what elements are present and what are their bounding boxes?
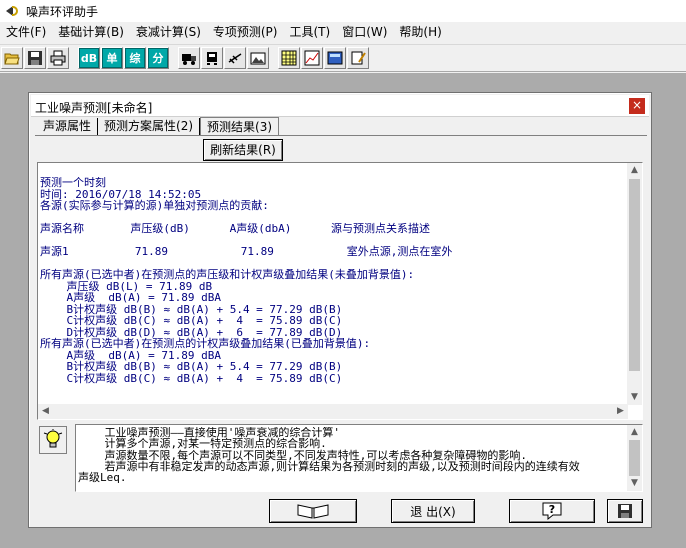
single-label: 单 <box>102 48 122 68</box>
score-label: 分 <box>148 48 168 68</box>
menu-attenuation-calc[interactable]: 衰减计算(S) <box>130 22 207 42</box>
book-icon <box>297 504 329 519</box>
tab-divider <box>35 135 647 136</box>
grid-button[interactable] <box>278 47 300 69</box>
window-title-bar[interactable]: 工业噪声预测[未命名] × <box>31 95 649 117</box>
help-icon-label: ? <box>549 503 555 516</box>
refresh-results-button[interactable]: 刷新结果(R) <box>203 139 283 161</box>
calculator-button[interactable] <box>324 47 346 69</box>
hint-vertical-scrollbar[interactable]: ▲ ▼ <box>627 425 642 491</box>
tab-source-properties[interactable]: 声源属性 <box>37 118 99 136</box>
hint-textbox[interactable]: 工业噪声预测——直接使用'噪声衰减的综合计算' 计算多个声源,对某一特定预测点的… <box>75 424 643 492</box>
toolbar: dB 单 综 分 <box>0 44 686 72</box>
note-button[interactable] <box>347 47 369 69</box>
industrial-noise-window: 工业噪声预测[未命名] × 声源属性 预测方案属性(2) 预测结果(3) 刷新结… <box>28 92 652 528</box>
menu-special-prediction[interactable]: 专项预测(P) <box>207 22 284 42</box>
vehicle-button[interactable] <box>201 47 223 69</box>
open-button[interactable] <box>1 47 23 69</box>
lightbulb-icon <box>39 426 67 454</box>
results-text: 预测一个时刻 时间: 2016/07/18 14:52:05 各源(实际参与计算… <box>40 177 453 385</box>
score-button[interactable]: 分 <box>147 47 169 69</box>
save-result-button[interactable] <box>607 499 643 523</box>
open-icon <box>4 53 20 65</box>
results-horizontal-scrollbar[interactable]: ◀ ▶ <box>38 404 628 419</box>
print-icon <box>50 50 66 66</box>
app-title: 噪声环评助手 <box>26 4 99 19</box>
combined-button[interactable]: 综 <box>124 47 146 69</box>
menu-bar: 文件(F) 基础计算(B) 衰减计算(S) 专项预测(P) 工具(T) 窗口(W… <box>0 22 686 42</box>
scroll-left-icon[interactable]: ◀ <box>38 404 53 419</box>
image-button[interactable] <box>247 47 269 69</box>
scroll-up-icon[interactable]: ▲ <box>627 163 642 178</box>
results-vertical-scrollbar[interactable]: ▲ ▼ <box>627 163 642 405</box>
vehicle-icon <box>207 52 217 65</box>
truck-button[interactable] <box>178 47 200 69</box>
results-textbox[interactable]: 预测一个时刻 时间: 2016/07/18 14:52:05 各源(实际参与计算… <box>37 162 643 420</box>
window-title: 工业噪声预测[未命名] <box>35 101 153 115</box>
line-chart-icon <box>304 50 320 66</box>
hint-scroll-up-icon[interactable]: ▲ <box>627 425 642 440</box>
airplane-icon <box>228 53 242 64</box>
combined-label: 综 <box>125 48 145 68</box>
note-icon <box>351 51 366 65</box>
menu-window[interactable]: 窗口(W) <box>336 22 393 42</box>
single-button[interactable]: 单 <box>101 47 123 69</box>
hint-text: 工业噪声预测——直接使用'噪声衰减的综合计算' 计算多个声源,对某一特定预测点的… <box>78 427 580 485</box>
db-button[interactable]: dB <box>78 47 100 69</box>
grid-icon <box>281 50 297 66</box>
hint-scroll-down-icon[interactable]: ▼ <box>627 476 642 491</box>
scroll-right-icon[interactable]: ▶ <box>613 404 628 419</box>
menu-tools[interactable]: 工具(T) <box>283 22 336 42</box>
tab-strip: 声源属性 预测方案属性(2) 预测结果(3) <box>37 117 280 136</box>
app-title-bar: 噪声环评助手 <box>0 0 686 22</box>
exit-button[interactable]: 退 出(X) <box>391 499 475 523</box>
scroll-thumb[interactable] <box>629 179 640 371</box>
help-icon: ? <box>542 502 562 521</box>
print-button[interactable] <box>47 47 69 69</box>
tab-scheme-properties[interactable]: 预测方案属性(2) <box>98 118 201 136</box>
close-button[interactable]: × <box>629 98 645 114</box>
tab-prediction-results[interactable]: 预测结果(3) <box>200 117 280 136</box>
calculator-icon <box>327 51 343 65</box>
save-button[interactable] <box>24 47 46 69</box>
menu-basic-calc[interactable]: 基础计算(B) <box>52 22 130 42</box>
hint-scroll-thumb[interactable] <box>629 440 640 476</box>
save-icon <box>618 504 632 518</box>
airplane-button[interactable] <box>224 47 246 69</box>
image-icon <box>250 52 266 65</box>
scroll-down-icon[interactable]: ▼ <box>627 390 642 405</box>
db-label: dB <box>79 48 99 68</box>
menu-help[interactable]: 帮助(H) <box>393 22 447 42</box>
close-icon: × <box>631 98 643 112</box>
line-chart-button[interactable] <box>301 47 323 69</box>
help-button[interactable]: ? <box>509 499 595 523</box>
save-icon <box>28 51 42 65</box>
speaker-icon <box>4 3 20 19</box>
manual-button[interactable] <box>269 499 357 523</box>
menu-file[interactable]: 文件(F) <box>0 22 52 42</box>
truck-icon <box>182 54 196 65</box>
